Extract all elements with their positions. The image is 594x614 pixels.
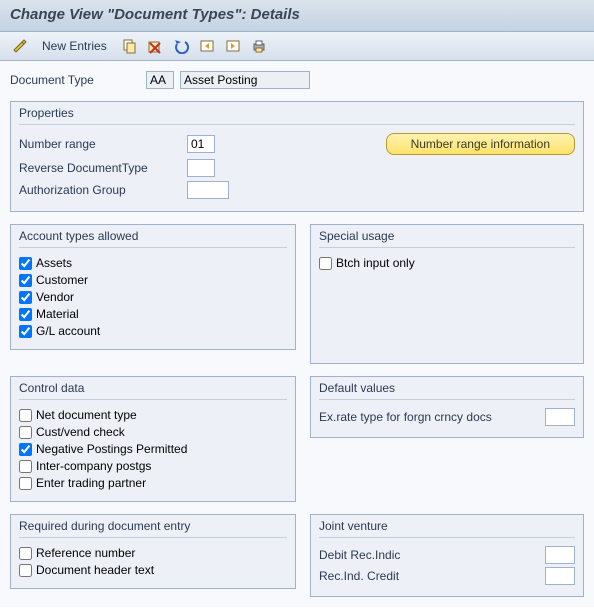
chk-material-label: Material: [36, 307, 79, 321]
chk-assets: Assets: [19, 256, 287, 270]
chk-inter-label: Inter-company postgs: [36, 459, 151, 473]
doc-type-desc-input[interactable]: [180, 71, 310, 89]
chk-trading-label: Enter trading partner: [36, 476, 146, 490]
chk-gl-input[interactable]: [19, 325, 32, 338]
ex-rate-label: Ex.rate type for forgn crncy docs: [319, 410, 539, 424]
reverse-doctype-label: Reverse DocumentType: [19, 161, 187, 175]
chk-gl-label: G/L account: [36, 324, 100, 338]
prev-icon[interactable]: [197, 36, 217, 56]
chk-batch-input[interactable]: [319, 257, 332, 270]
toolbar: New Entries: [0, 32, 594, 61]
default-values-legend: Default values: [319, 381, 575, 400]
chk-ref-label: Reference number: [36, 546, 135, 560]
properties-legend: Properties: [19, 106, 575, 125]
chk-custvend-label: Cust/vend check: [36, 425, 125, 439]
debit-label: Debit Rec.Indic: [319, 548, 539, 562]
chk-custvend-input[interactable]: [19, 426, 32, 439]
doc-type-code-input[interactable]: [146, 71, 174, 89]
credit-label: Rec.Ind. Credit: [319, 569, 539, 583]
credit-input[interactable]: [545, 567, 575, 585]
joint-venture-legend: Joint venture: [319, 519, 575, 538]
control-data-legend: Control data: [19, 381, 287, 400]
chk-assets-input[interactable]: [19, 257, 32, 270]
chk-net-input[interactable]: [19, 409, 32, 422]
delete-icon[interactable]: [145, 36, 165, 56]
print-icon[interactable]: [249, 36, 269, 56]
required-entry-legend: Required during document entry: [19, 519, 287, 538]
number-range-info-button[interactable]: Number range information: [386, 133, 575, 155]
debit-input[interactable]: [545, 546, 575, 564]
chk-customer: Customer: [19, 273, 287, 287]
properties-group: Properties Number range Number range inf…: [10, 101, 584, 212]
title-bar: Change View "Document Types": Details: [0, 0, 594, 32]
special-usage-group: Special usage Btch input only: [310, 224, 584, 364]
new-entries-button[interactable]: New Entries: [36, 39, 113, 53]
number-range-label: Number range: [19, 137, 187, 151]
chk-material-input[interactable]: [19, 308, 32, 321]
chk-gl: G/L account: [19, 324, 287, 338]
chk-neg-label: Negative Postings Permitted: [36, 442, 187, 456]
chk-net-label: Net document type: [36, 408, 137, 422]
copy-icon[interactable]: [119, 36, 139, 56]
chk-inter-input[interactable]: [19, 460, 32, 473]
account-types-group: Account types allowed Assets Customer Ve…: [10, 224, 296, 350]
chk-batch-label: Btch input only: [336, 256, 415, 270]
account-types-legend: Account types allowed: [19, 229, 287, 248]
required-entry-group: Required during document entry Reference…: [10, 514, 296, 589]
chk-material: Material: [19, 307, 287, 321]
chk-batch: Btch input only: [319, 256, 575, 270]
chk-header-input[interactable]: [19, 564, 32, 577]
joint-venture-group: Joint venture Debit Rec.Indic Rec.Ind. C…: [310, 514, 584, 597]
chk-customer-label: Customer: [36, 273, 88, 287]
default-values-group: Default values Ex.rate type for forgn cr…: [310, 376, 584, 438]
auth-group-label: Authorization Group: [19, 183, 187, 197]
doc-type-row: Document Type: [10, 71, 584, 89]
chk-assets-label: Assets: [36, 256, 72, 270]
undo-icon[interactable]: [171, 36, 191, 56]
next-icon[interactable]: [223, 36, 243, 56]
chk-neg-input[interactable]: [19, 443, 32, 456]
ex-rate-input[interactable]: [545, 408, 575, 426]
special-usage-legend: Special usage: [319, 229, 575, 248]
number-range-input[interactable]: [187, 135, 215, 153]
page-title: Change View "Document Types": Details: [10, 6, 584, 23]
doc-type-label: Document Type: [10, 73, 140, 87]
auth-group-input[interactable]: [187, 181, 229, 199]
chk-header-label: Document header text: [36, 563, 154, 577]
content-area: Document Type Properties Number range Nu…: [0, 61, 594, 607]
control-data-group: Control data Net document type Cust/vend…: [10, 376, 296, 502]
chk-vendor-label: Vendor: [36, 290, 74, 304]
chk-trading-input[interactable]: [19, 477, 32, 490]
chk-vendor-input[interactable]: [19, 291, 32, 304]
chk-vendor: Vendor: [19, 290, 287, 304]
chk-ref-input[interactable]: [19, 547, 32, 560]
chk-customer-input[interactable]: [19, 274, 32, 287]
reverse-doctype-input[interactable]: [187, 159, 215, 177]
toggle-icon[interactable]: [10, 36, 30, 56]
